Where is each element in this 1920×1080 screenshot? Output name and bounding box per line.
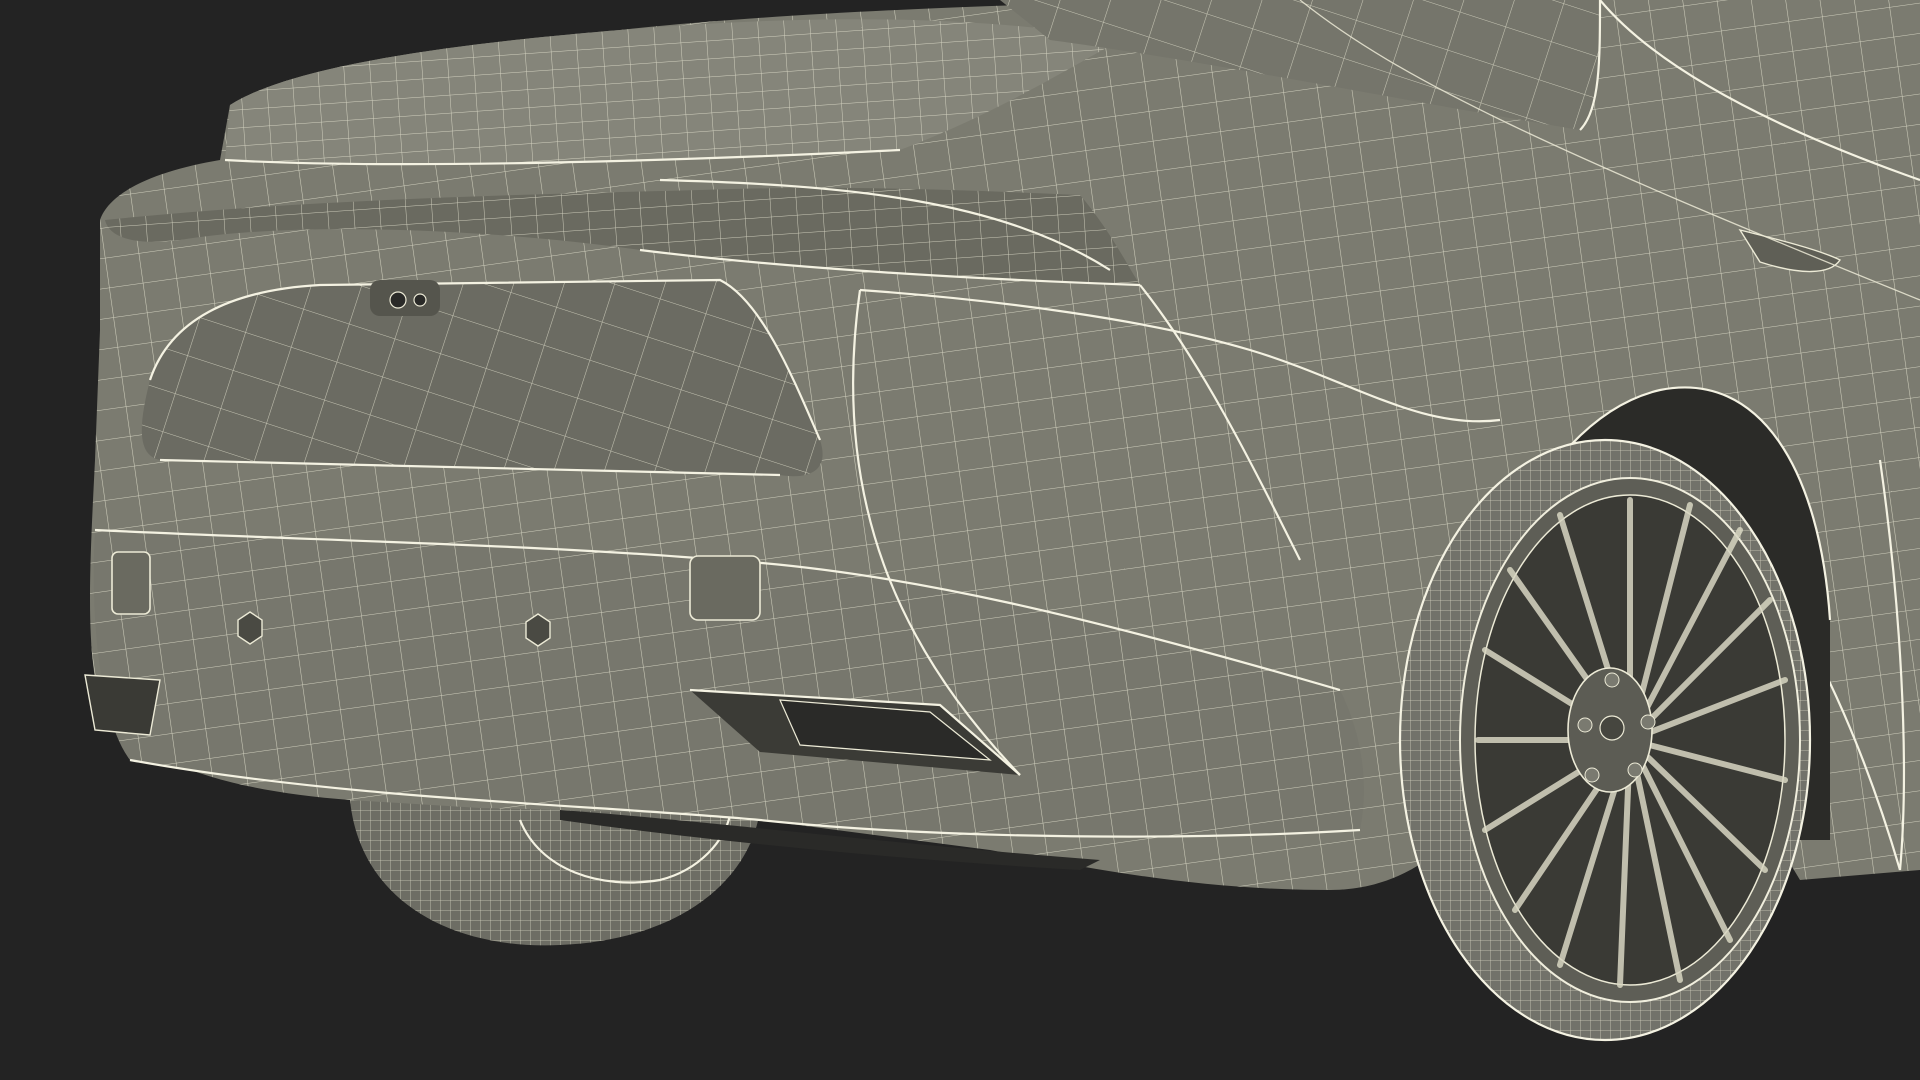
rear-camera xyxy=(370,280,440,316)
render-viewport xyxy=(0,0,1920,1080)
car-wireframe-render xyxy=(84,0,1920,1042)
rear-right-wheel xyxy=(1398,438,1812,1042)
rear-left-tire xyxy=(350,800,760,946)
license-plate-recess xyxy=(141,278,823,477)
left-lower-reflector xyxy=(84,674,161,736)
